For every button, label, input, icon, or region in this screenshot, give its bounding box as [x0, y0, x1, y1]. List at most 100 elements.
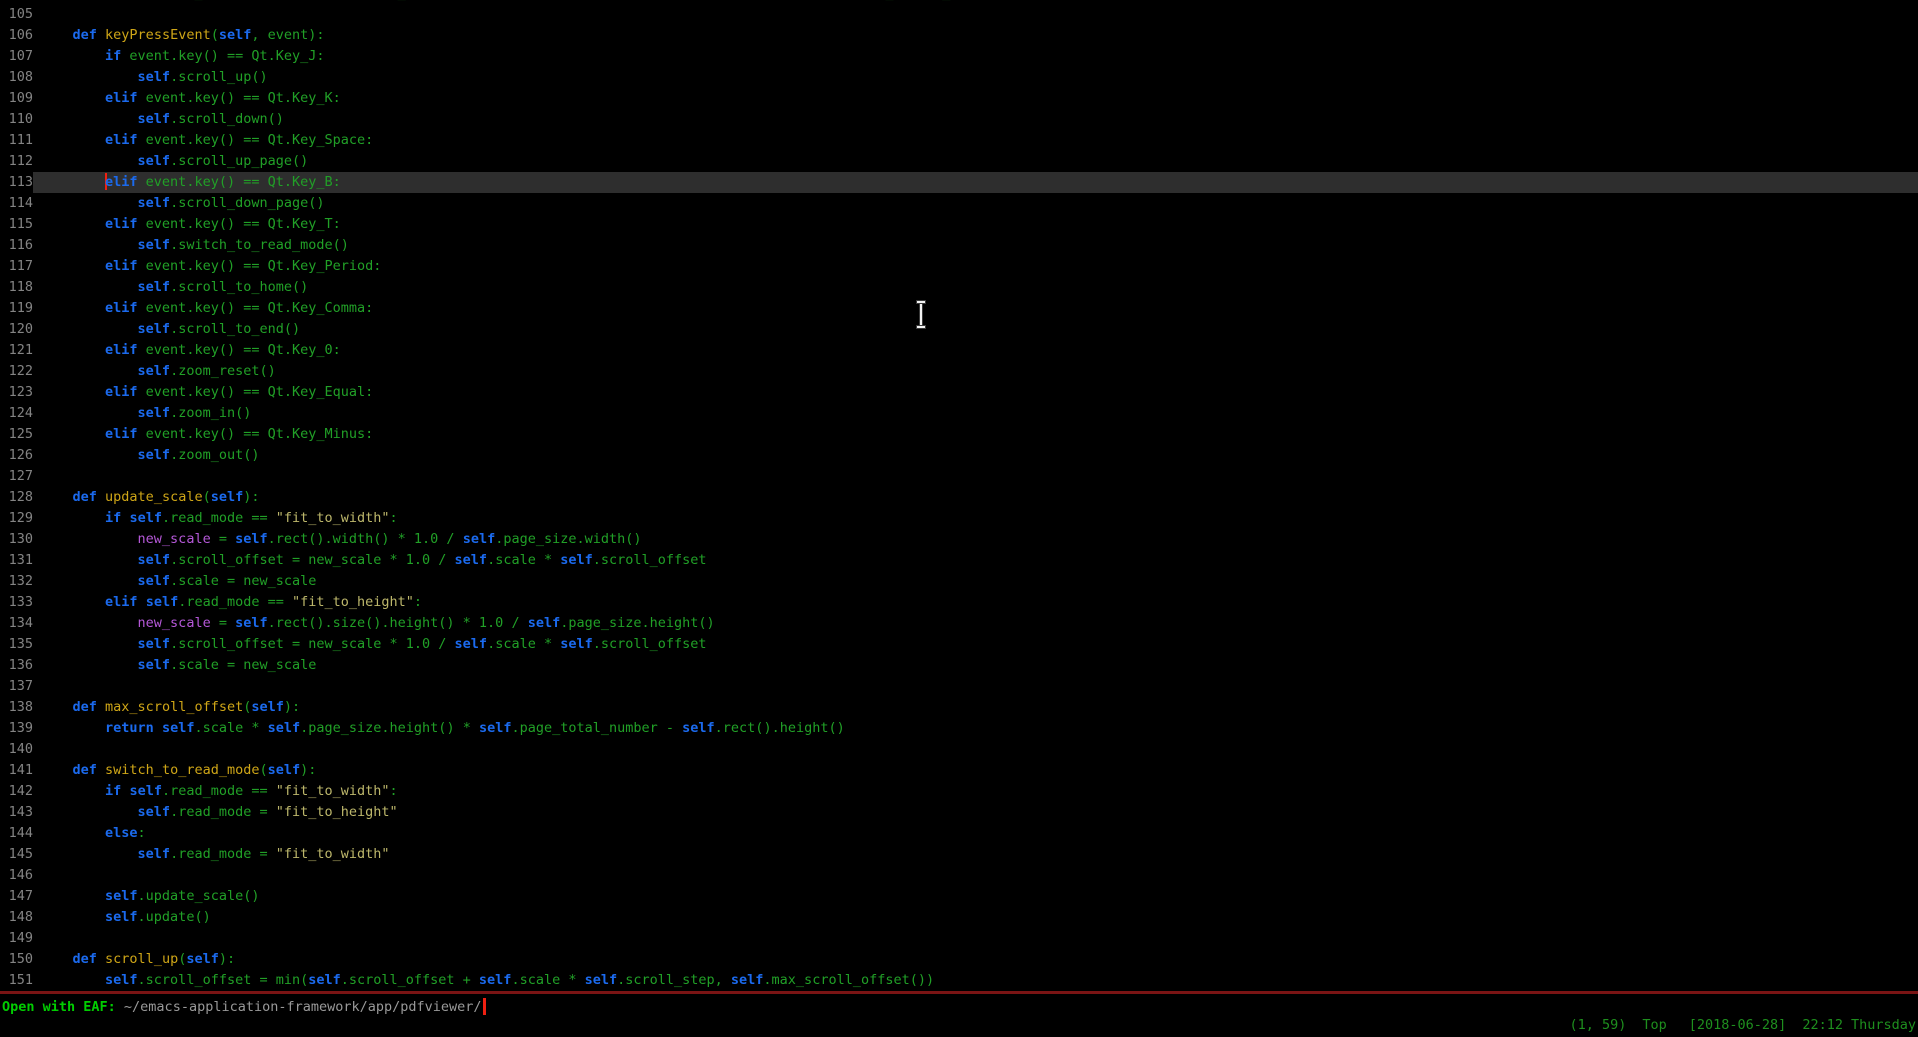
code-token [40, 321, 138, 337]
code-token: .page_size.height() [560, 615, 714, 631]
code-token: new_scale [138, 531, 211, 547]
code-line-text[interactable]: elif event.key() == Qt.Key_B: [33, 172, 1918, 193]
code-line: 139 return self.scale * self.page_size.h… [0, 718, 1918, 739]
code-line: 148 self.update() [0, 907, 1918, 928]
code-line-text[interactable]: elif event.key() == Qt.Key_Space: [33, 130, 1918, 151]
code-token: .read_mode = [170, 846, 276, 862]
code-token: self [479, 0, 512, 1]
code-line: 149 [0, 928, 1918, 949]
code-line-text[interactable]: if self.read_mode == "fit_to_width": [33, 508, 1918, 529]
code-buffer[interactable]: 104 self.scroll_offset = min(self.scroll… [0, 0, 1918, 991]
code-line-text[interactable] [33, 865, 1918, 886]
line-number: 124 [0, 403, 33, 424]
code-line-text[interactable]: self.scroll_offset = new_scale * 1.0 / s… [33, 550, 1918, 571]
code-line-text[interactable]: if event.key() == Qt.Key_J: [33, 46, 1918, 67]
code-line-text[interactable]: self.scroll_up_page() [33, 151, 1918, 172]
code-token [40, 909, 105, 925]
code-token: elif [105, 300, 138, 316]
code-line-text[interactable]: elif self.read_mode == "fit_to_height": [33, 592, 1918, 613]
code-line-text[interactable]: self.zoom_out() [33, 445, 1918, 466]
code-token [40, 405, 138, 421]
code-line-text[interactable]: self.scroll_down_page() [33, 193, 1918, 214]
code-line-text[interactable]: elif event.key() == Qt.Key_T: [33, 214, 1918, 235]
line-number: 137 [0, 676, 33, 697]
code-token: scroll_up [105, 951, 178, 967]
line-number: 105 [0, 4, 33, 25]
code-line-text[interactable]: if self.read_mode == "fit_to_width": [33, 781, 1918, 802]
code-line-text[interactable]: self.read_mode = "fit_to_height" [33, 802, 1918, 823]
line-number: 132 [0, 571, 33, 592]
code-line-text[interactable]: self.scroll_offset = new_scale * 1.0 / s… [33, 634, 1918, 655]
code-line: 121 elif event.key() == Qt.Key_0: [0, 340, 1918, 361]
code-line-text[interactable]: self.scroll_offset = min(self.scroll_off… [33, 970, 1918, 991]
code-token: update_scale [105, 489, 203, 505]
code-line-text[interactable]: self.zoom_reset() [33, 361, 1918, 382]
line-number: 117 [0, 256, 33, 277]
code-line-text[interactable]: def max_scroll_offset(self): [33, 697, 1918, 718]
code-line-text[interactable]: self.scale = new_scale [33, 571, 1918, 592]
code-line-text[interactable]: elif event.key() == Qt.Key_K: [33, 88, 1918, 109]
code-token: : [390, 510, 398, 526]
code-token: self [138, 321, 171, 337]
code-token: max_scroll_offset [105, 699, 243, 715]
code-line-text[interactable]: self.update_scale() [33, 886, 1918, 907]
code-line-text[interactable]: def scroll_up(self): [33, 949, 1918, 970]
code-token [154, 720, 162, 736]
code-line-text[interactable] [33, 928, 1918, 949]
code-line-text[interactable]: self.scale = new_scale [33, 655, 1918, 676]
line-number: 130 [0, 529, 33, 550]
code-line-text[interactable]: self.update() [33, 907, 1918, 928]
code-token [40, 636, 138, 652]
code-line: 142 if self.read_mode == "fit_to_width": [0, 781, 1918, 802]
code-line-text[interactable]: new_scale = self.rect().width() * 1.0 / … [33, 529, 1918, 550]
code-line: 129 if self.read_mode == "fit_to_width": [0, 508, 1918, 529]
code-line-text[interactable]: self.scroll_up() [33, 67, 1918, 88]
line-number: 146 [0, 865, 33, 886]
code-token: .scroll_offset = min( [138, 972, 309, 988]
code-line-text[interactable]: self.zoom_in() [33, 403, 1918, 424]
minibuffer-input[interactable]: ~/emacs-application-framework/app/pdfvie… [124, 999, 482, 1015]
code-token: event.key() == Qt.Key_Period: [138, 258, 382, 274]
code-line-text[interactable]: elif event.key() == Qt.Key_Comma: [33, 298, 1918, 319]
code-token: : [138, 825, 146, 841]
code-line-text[interactable]: else: [33, 823, 1918, 844]
code-line-text[interactable]: elif event.key() == Qt.Key_0: [33, 340, 1918, 361]
code-line-text[interactable]: new_scale = self.rect().size().height() … [33, 613, 1918, 634]
code-token: event.key() == Qt.Key_K: [138, 90, 341, 106]
code-token: elif [105, 132, 138, 148]
code-line-text[interactable]: elif event.key() == Qt.Key_Minus: [33, 424, 1918, 445]
line-number: 139 [0, 718, 33, 739]
code-line-text[interactable]: elif event.key() == Qt.Key_Equal: [33, 382, 1918, 403]
code-token: .scale * [487, 552, 560, 568]
code-line-text[interactable] [33, 4, 1918, 25]
code-token [40, 90, 105, 106]
code-line: 135 self.scroll_offset = new_scale * 1.0… [0, 634, 1918, 655]
code-line-text[interactable]: self.switch_to_read_mode() [33, 235, 1918, 256]
code-line-text[interactable]: self.read_mode = "fit_to_width" [33, 844, 1918, 865]
code-token [40, 153, 138, 169]
code-token: self [138, 636, 171, 652]
code-line: 125 elif event.key() == Qt.Key_Minus: [0, 424, 1918, 445]
code-line-text[interactable]: def update_scale(self): [33, 487, 1918, 508]
minibuffer-area[interactable]: Open with EAF: ~/emacs-application-frame… [0, 994, 1918, 1037]
code-line-text[interactable] [33, 466, 1918, 487]
code-line-text[interactable]: return self.scale * self.page_size.heigh… [33, 718, 1918, 739]
line-number: 147 [0, 886, 33, 907]
code-line-text[interactable]: self.scroll_to_home() [33, 277, 1918, 298]
code-token: if [105, 783, 121, 799]
line-number: 140 [0, 739, 33, 760]
code-line: 107 if event.key() == Qt.Key_J: [0, 46, 1918, 67]
line-number: 107 [0, 46, 33, 67]
code-line-text[interactable]: self.scroll_to_end() [33, 319, 1918, 340]
code-line-text[interactable]: elif event.key() == Qt.Key_Period: [33, 256, 1918, 277]
code-line-text[interactable] [33, 739, 1918, 760]
code-line-text[interactable]: def switch_to_read_mode(self): [33, 760, 1918, 781]
code-line: 127 [0, 466, 1918, 487]
code-line-text[interactable]: def keyPressEvent(self, event): [33, 25, 1918, 46]
line-number: 133 [0, 592, 33, 613]
code-line-text[interactable] [33, 676, 1918, 697]
code-token: .scroll_up_page() [170, 153, 308, 169]
code-line-text[interactable]: self.scroll_down() [33, 109, 1918, 130]
line-number: 129 [0, 508, 33, 529]
code-token: self [138, 447, 171, 463]
